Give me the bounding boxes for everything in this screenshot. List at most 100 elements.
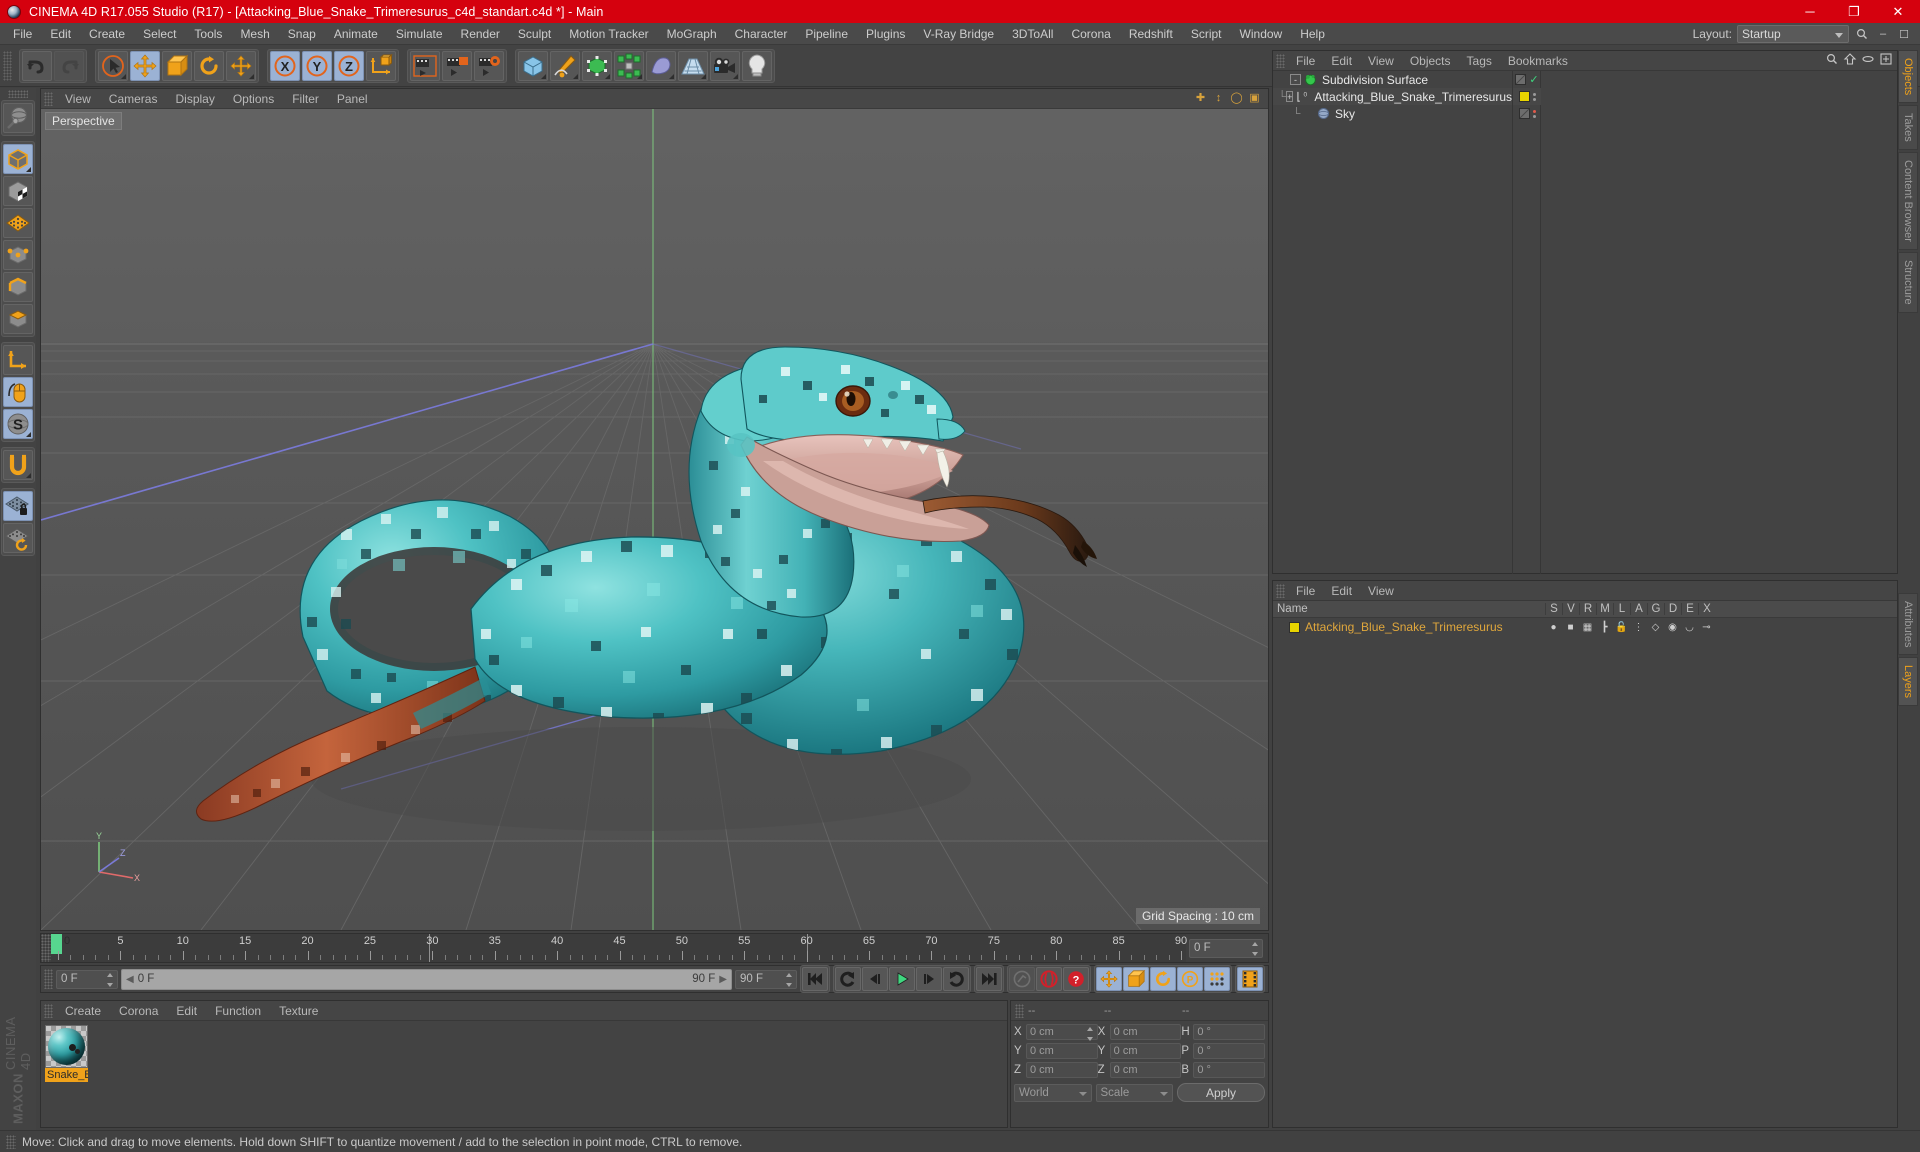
render-to-picture-viewer-button[interactable] xyxy=(442,50,472,81)
generator-icon[interactable]: ◇ xyxy=(1647,622,1664,633)
layer-row[interactable]: Attacking_Blue_Snake_Trimeresurus ● ■ ▦ … xyxy=(1273,618,1897,636)
spinner-icon[interactable] xyxy=(107,972,114,987)
material-menu-create[interactable]: Create xyxy=(56,1001,110,1021)
go-to-end-button[interactable] xyxy=(976,967,1002,991)
scale-tool[interactable] xyxy=(162,50,192,81)
material-manager-grip[interactable] xyxy=(44,1003,53,1018)
menu-item-plugins[interactable]: Plugins xyxy=(857,23,914,45)
material-preview-thumbnail[interactable] xyxy=(45,1025,88,1068)
range-end-arrow-icon[interactable]: ▶ xyxy=(719,974,727,985)
viewport-menu-filter[interactable]: Filter xyxy=(283,89,328,109)
layer-column-v[interactable]: V xyxy=(1562,603,1579,615)
menu-item-render[interactable]: Render xyxy=(452,23,509,45)
object-menu-file[interactable]: File xyxy=(1288,51,1323,71)
object-menu-edit[interactable]: Edit xyxy=(1323,51,1360,71)
menu-item-corona[interactable]: Corona xyxy=(1062,23,1119,45)
viewport-menu-panel[interactable]: Panel xyxy=(328,89,377,109)
perspective-viewport[interactable]: View Cameras Display Options Filter Panel ✚ ↕… xyxy=(40,88,1269,931)
menu-item-mograph[interactable]: MoGraph xyxy=(658,23,726,45)
magnet-button[interactable] xyxy=(3,450,33,480)
layer-menu-file[interactable]: File xyxy=(1288,581,1323,601)
workplane-rotate-button[interactable] xyxy=(3,523,33,553)
search-icon[interactable] xyxy=(1824,53,1839,68)
add-cube-button[interactable] xyxy=(518,50,548,81)
object-row[interactable]: - Subdivision Surface xyxy=(1273,71,1512,88)
redo-button[interactable] xyxy=(54,50,84,81)
mouse-tool-button[interactable] xyxy=(3,377,33,407)
layout-select[interactable]: Startup xyxy=(1737,25,1849,43)
layer-column-l[interactable]: L xyxy=(1613,603,1630,615)
apply-button[interactable]: Apply xyxy=(1177,1083,1265,1102)
coordinate-manager-grip[interactable] xyxy=(1015,1003,1024,1018)
side-tab-takes[interactable]: Takes xyxy=(1898,105,1918,151)
layer-column-a[interactable]: A xyxy=(1630,603,1647,615)
play-button[interactable] xyxy=(889,967,915,991)
play-forward-loop-button[interactable] xyxy=(943,967,969,991)
rotation-h-field[interactable]: 0 ° xyxy=(1193,1023,1266,1040)
material-menu-function[interactable]: Function xyxy=(206,1001,270,1021)
previous-frame-button[interactable] xyxy=(862,967,888,991)
x-axis-lock[interactable]: X xyxy=(270,50,300,81)
world-object-coordinates-toggle[interactable] xyxy=(366,50,396,81)
timeline-playhead[interactable] xyxy=(51,934,62,954)
object-menu-view[interactable]: View xyxy=(1360,51,1402,71)
deformer-mode-button[interactable] xyxy=(3,208,33,238)
object-row[interactable]: └ Sky xyxy=(1273,105,1512,122)
menu-item-motion-tracker[interactable]: Motion Tracker xyxy=(560,23,657,45)
menu-item-v-ray-bridge[interactable]: V-Ray Bridge xyxy=(914,23,1003,45)
layer-column-s[interactable]: S xyxy=(1545,603,1562,615)
size-x-field[interactable]: 0 cm xyxy=(1109,1023,1182,1040)
y-axis-lock[interactable]: Y xyxy=(302,50,332,81)
tag-placeholder-icon[interactable] xyxy=(1518,108,1530,119)
parameter-key-button[interactable]: P xyxy=(1177,967,1203,991)
object-menu-tags[interactable]: Tags xyxy=(1459,51,1500,71)
visibility-dots-icon[interactable] xyxy=(1532,92,1536,101)
rotate-view-icon[interactable]: ◯ xyxy=(1229,91,1244,106)
minimize-button[interactable]: ─ xyxy=(1788,0,1832,23)
viewport-menu-view[interactable]: View xyxy=(56,89,100,109)
snap-button[interactable]: S xyxy=(3,409,33,439)
visibility-dots-icon[interactable] xyxy=(1532,109,1536,118)
search-icon[interactable] xyxy=(1854,26,1870,42)
scene-filter-icon[interactable] xyxy=(1860,53,1875,68)
add-deformer-button[interactable] xyxy=(646,50,676,81)
object-tag-cell[interactable] xyxy=(1513,105,1541,122)
viewport-menu-display[interactable]: Display xyxy=(166,89,223,109)
range-start-arrow-icon[interactable]: ◀ xyxy=(126,974,134,985)
material-menu-edit[interactable]: Edit xyxy=(167,1001,206,1021)
tag-placeholder-icon[interactable] xyxy=(1515,74,1527,85)
side-tab-attributes[interactable]: Attributes xyxy=(1898,592,1918,656)
layout-minimize-icon[interactable]: – xyxy=(1875,26,1891,42)
move-view-icon[interactable]: ✚ xyxy=(1193,91,1208,106)
object-tag-cell[interactable]: ✓ xyxy=(1513,71,1541,88)
layer-column-x[interactable]: X xyxy=(1698,603,1715,615)
solo-dot-icon[interactable]: ● xyxy=(1545,622,1562,633)
play-backwards-loop-button[interactable] xyxy=(835,967,861,991)
layer-column-e[interactable]: E xyxy=(1681,603,1698,615)
scale-key-button[interactable] xyxy=(1123,967,1149,991)
position-y-field[interactable]: 0 cm xyxy=(1026,1042,1098,1059)
object-menu-bookmarks[interactable]: Bookmarks xyxy=(1500,51,1576,71)
layer-menu-edit[interactable]: Edit xyxy=(1323,581,1360,601)
timeline-track[interactable]: 0 5 10 15 20 25 30 35 40 45 50 55 60 65 70 75 80 85 90 xyxy=(51,934,1187,962)
edge-mode-button[interactable] xyxy=(3,272,33,302)
object-row[interactable]: └ +0 Attacking_Blue_Snake_Trimeresurus xyxy=(1273,88,1512,105)
scale-view-icon[interactable]: ↕ xyxy=(1211,91,1226,106)
side-tab-structure[interactable]: Structure xyxy=(1898,251,1918,313)
object-tree[interactable]: - Subdivision Surface └ +0 Attacking_Blue_Sn… xyxy=(1273,71,1513,574)
menu-item-help[interactable]: Help xyxy=(1291,23,1334,45)
material-list[interactable]: Snake_B xyxy=(41,1021,1007,1086)
object-tag-cell[interactable] xyxy=(1513,88,1541,105)
animation-icon[interactable]: ⋮ xyxy=(1630,622,1647,633)
side-tab-content-browser[interactable]: Content Browser xyxy=(1898,152,1918,250)
add-array-button[interactable] xyxy=(614,50,644,81)
add-scene-object-button[interactable] xyxy=(678,50,708,81)
manager-icon[interactable]: ┣ xyxy=(1596,622,1613,633)
menu-item-simulate[interactable]: Simulate xyxy=(387,23,452,45)
layer-name-cell[interactable]: Attacking_Blue_Snake_Trimeresurus xyxy=(1273,620,1545,634)
deformer-icon[interactable]: ◉ xyxy=(1664,622,1681,633)
undo-button[interactable] xyxy=(22,50,52,81)
xref-icon[interactable]: ⊸ xyxy=(1698,622,1715,633)
add-light-button[interactable] xyxy=(742,50,772,81)
maximize-button[interactable]: ❐ xyxy=(1832,0,1876,23)
